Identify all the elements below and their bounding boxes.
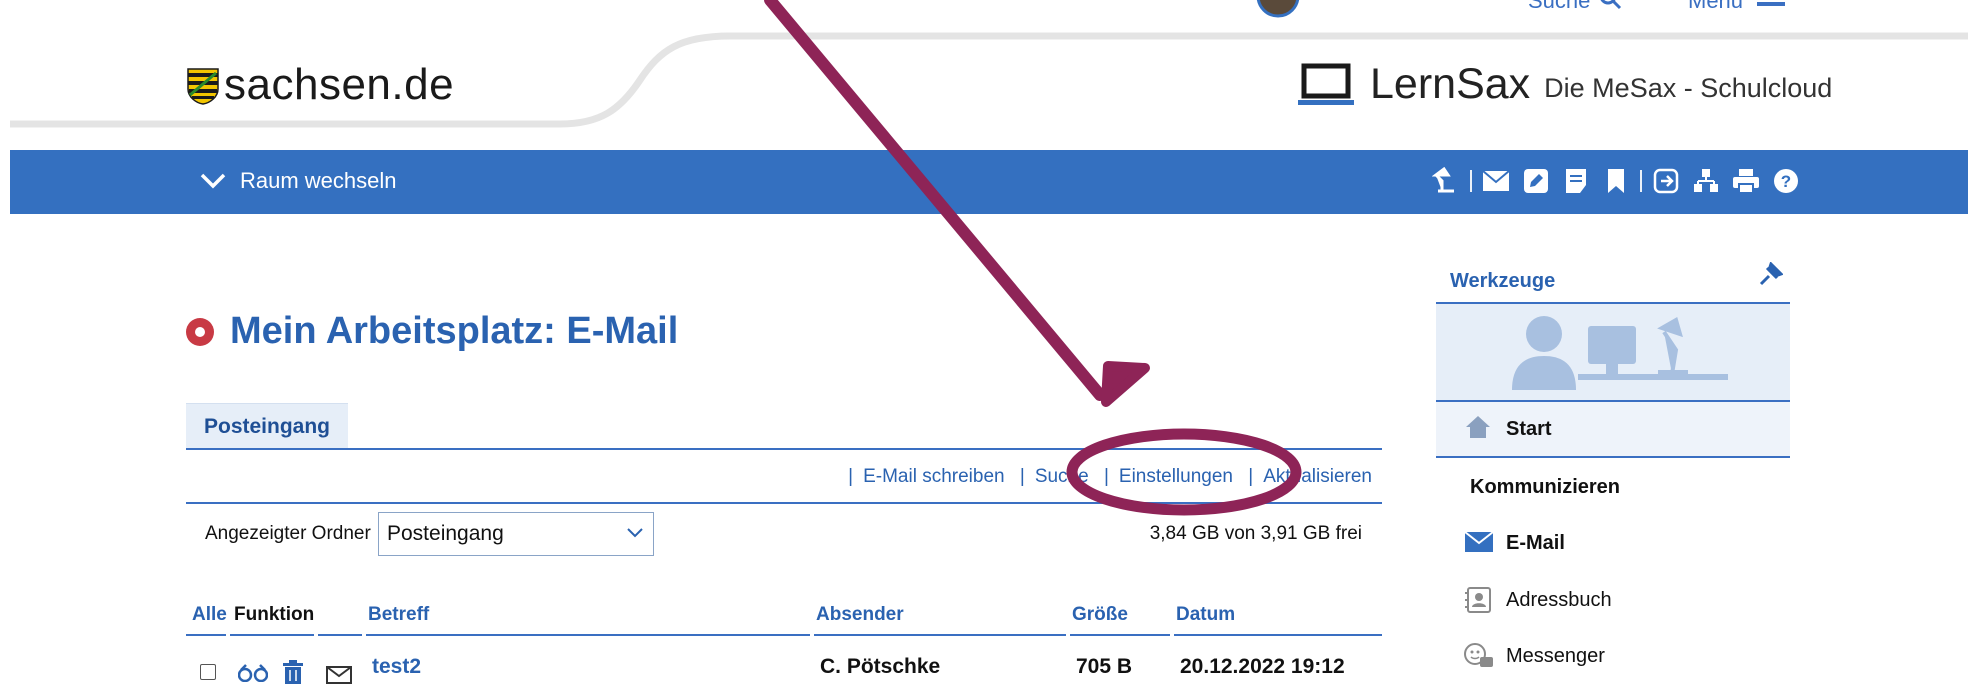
edit-icon[interactable] (1520, 165, 1552, 197)
mail-actions: | E-Mail schreiben | Suche | Einstellungen … (186, 466, 1372, 488)
page-heading: Mein Arbeitsplatz: E-Mail (186, 310, 678, 353)
home-icon (1466, 416, 1490, 438)
search-link-label: Suche (1528, 0, 1591, 13)
room-switch-button[interactable]: Raum wechseln (200, 168, 397, 194)
tools-title: Werkzeuge (1450, 270, 1556, 292)
folder-select-value: Posteingang (387, 522, 504, 545)
header-underline (366, 634, 810, 636)
sender-header[interactable]: Absender (816, 604, 904, 626)
menu-link-label: Menu (1688, 0, 1744, 13)
folder-select[interactable]: Posteingang (378, 512, 654, 556)
sidebar-item-address-book[interactable]: Adressbuch (1436, 581, 1790, 621)
portal-name: sachsen.de (224, 60, 455, 109)
site-header: Suche Menu sachsen.de LernSax Die MeSax … (0, 0, 1968, 150)
header-underline (1070, 634, 1170, 636)
settings-link[interactable]: Einstellungen (1119, 466, 1233, 487)
search-mail-link[interactable]: Suche (1035, 466, 1089, 487)
glasses-icon[interactable] (238, 664, 268, 682)
room-toolbar: Raum wechseln ? (10, 150, 1968, 214)
chevron-down-icon (627, 528, 643, 538)
svg-text:?: ? (1781, 172, 1791, 191)
action-separator: | (1248, 466, 1254, 487)
date-header[interactable]: Datum (1176, 604, 1235, 626)
sidebar-item-messenger[interactable]: Messenger (1436, 637, 1790, 677)
help-icon[interactable]: ? (1770, 165, 1802, 197)
laptop-icon (1298, 63, 1354, 105)
room-switch-label: Raum wechseln (240, 168, 397, 193)
envelope-icon (1464, 531, 1494, 552)
menu-link[interactable]: Menu (1688, 0, 1786, 18)
search-icon (1600, 0, 1622, 10)
envelope-outline-icon (326, 666, 352, 684)
sidebar-item-label: E-Mail (1506, 532, 1565, 554)
mail-icon[interactable] (1480, 165, 1512, 197)
action-separator: | (1019, 466, 1025, 487)
trash-icon[interactable] (282, 660, 304, 684)
pin-icon[interactable] (1757, 262, 1783, 288)
app-brand: LernSax (1370, 60, 1531, 108)
print-icon[interactable] (1730, 165, 1762, 197)
folder-label: Angezeigter Ordner (205, 523, 371, 544)
tab-divider (186, 448, 1382, 450)
header-underline (1174, 634, 1382, 636)
action-separator: | (848, 466, 854, 487)
chevron-down-icon (200, 173, 226, 189)
write-email-link[interactable]: E-Mail schreiben (863, 466, 1005, 487)
tab-inbox[interactable]: Posteingang (186, 403, 349, 449)
notes-icon[interactable] (1560, 165, 1592, 197)
hamburger-icon (1757, 2, 1786, 6)
subject-header[interactable]: Betreff (368, 604, 429, 626)
saxony-crest-icon (187, 68, 219, 105)
logout-icon[interactable] (1650, 165, 1682, 197)
row-checkbox[interactable] (200, 664, 216, 680)
row-sender: C. Pötschke (820, 655, 941, 678)
sidebar-item-label: Adressbuch (1506, 589, 1612, 611)
size-header[interactable]: Größe (1072, 604, 1128, 626)
page-title: Mein Arbeitsplatz: E-Mail (230, 310, 679, 352)
app-tagline: Die MeSax - Schulcloud (1544, 73, 1833, 103)
search-link[interactable]: Suche (1528, 0, 1622, 18)
sidebar-item-email[interactable]: E-Mail (1436, 524, 1790, 564)
row-date: 20.12.2022 19:12 (1180, 655, 1345, 678)
sidebar-item-label: Messenger (1506, 645, 1605, 667)
sachsen-logo[interactable]: sachsen.de (186, 60, 454, 110)
annotation-arrow-head (1101, 361, 1150, 407)
lernsax-logo[interactable]: LernSax Die MeSax - Schulcloud (1298, 60, 1832, 109)
storage-quota: 3,84 GB von 3,91 GB frei (1149, 523, 1362, 544)
row-subject-link[interactable]: test2 (372, 655, 421, 679)
messenger-icon (1464, 643, 1493, 667)
toolbar-separator (1640, 170, 1642, 192)
header-underline (814, 634, 1066, 636)
workplace-illustration (1512, 316, 1728, 390)
user-avatar[interactable] (1256, 0, 1300, 18)
toolbar-separator (1470, 170, 1472, 192)
network-icon[interactable] (1690, 165, 1722, 197)
sidebar-item-start[interactable]: Start (1436, 400, 1790, 458)
sidebar-start-label: Start (1506, 418, 1552, 440)
section-communicate: Kommunizieren (1470, 476, 1621, 498)
action-separator: | (1103, 466, 1109, 487)
bookmark-icon[interactable] (1600, 165, 1632, 197)
desk-lamp-icon[interactable] (1430, 165, 1462, 197)
tools-banner (1436, 302, 1790, 400)
select-all-link[interactable]: Alle (192, 604, 227, 626)
row-size: 705 B (1076, 655, 1133, 678)
address-book-icon (1465, 587, 1491, 613)
refresh-link[interactable]: Aktualisieren (1263, 466, 1372, 487)
toolbar-icons: ? (1430, 165, 1802, 197)
header-underline (186, 634, 226, 636)
function-header: Funktion (234, 604, 315, 625)
record-dot-icon (186, 317, 214, 346)
actions-divider (186, 502, 1382, 504)
header-underline (230, 634, 314, 636)
header-underline (318, 634, 362, 636)
fullscreen-icon[interactable] (1440, 0, 1466, 20)
